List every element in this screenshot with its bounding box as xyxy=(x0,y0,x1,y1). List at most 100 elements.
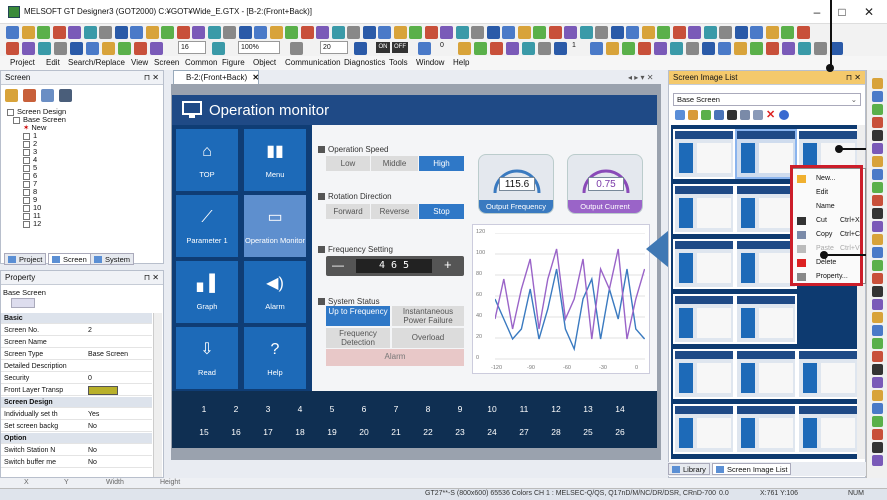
document-tab[interactable]: B-2:(Front+Back) ✕ xyxy=(173,70,259,84)
toolbar-button[interactable] xyxy=(471,26,484,39)
number-button[interactable]: 25 xyxy=(576,422,600,442)
property-row[interactable]: Front Layer Transp xyxy=(1,385,152,396)
speed-middle-button[interactable]: Middle xyxy=(371,156,418,171)
number-button[interactable]: 10 xyxy=(480,399,504,419)
toolbar-button[interactable] xyxy=(734,42,747,55)
screen-thumbnail[interactable] xyxy=(797,349,859,399)
toolbar-button[interactable] xyxy=(38,42,51,55)
toolbar-button[interactable] xyxy=(595,26,608,39)
toolbar-button[interactable] xyxy=(118,42,131,55)
new-screen-icon[interactable] xyxy=(5,89,18,102)
screen-thumbnail[interactable] xyxy=(735,239,797,289)
screen-thumbnail[interactable] xyxy=(735,294,797,344)
tab-scroll-icons[interactable]: ◂ ▸ ▾ ✕ xyxy=(628,73,653,82)
zoom-select[interactable]: 100% xyxy=(238,41,280,54)
toolbar-button[interactable] xyxy=(68,26,81,39)
frequency-minus-button[interactable]: — xyxy=(332,258,344,272)
screen-type-dropdown[interactable]: Base Screen ⌄ xyxy=(673,93,861,106)
screen-thumbnail[interactable] xyxy=(673,404,735,454)
figure-tool-button[interactable] xyxy=(872,338,883,349)
number-button[interactable]: 14 xyxy=(608,399,632,419)
toolbar-button[interactable] xyxy=(6,42,19,55)
paste-icon[interactable] xyxy=(753,110,763,120)
property-row[interactable]: Set screen backg No xyxy=(1,421,152,432)
toolbar-button[interactable] xyxy=(130,26,143,39)
toolbar-button[interactable] xyxy=(719,26,732,39)
property-category[interactable]: Option xyxy=(1,433,152,444)
figure-tool-button[interactable] xyxy=(872,260,883,271)
property-sort-icons[interactable] xyxy=(11,298,35,308)
reverse-button[interactable]: Reverse xyxy=(371,204,418,219)
figure-tool-button[interactable] xyxy=(872,403,883,414)
nav-tile[interactable]: ◀) Alarm xyxy=(244,261,306,323)
number-button[interactable]: 5 xyxy=(320,399,344,419)
number-button[interactable]: 9 xyxy=(448,399,472,419)
tab-screen-image-list[interactable]: Screen Image List xyxy=(712,463,792,475)
toolbar-button[interactable] xyxy=(798,42,811,55)
toolbar-button[interactable] xyxy=(269,26,283,39)
toolbar-button[interactable] xyxy=(285,26,298,39)
toolbar-button[interactable] xyxy=(300,26,314,39)
toolbar-button[interactable] xyxy=(564,26,577,39)
menu-tools[interactable]: Tools xyxy=(389,58,408,67)
edit-icon[interactable] xyxy=(701,110,711,120)
figure-tool-button[interactable] xyxy=(872,195,883,206)
toolbar-button[interactable] xyxy=(538,42,551,55)
menu-figure[interactable]: Figure xyxy=(222,58,245,67)
toolbar-button[interactable] xyxy=(54,42,67,55)
forward-button[interactable]: Forward xyxy=(326,204,370,219)
number-button[interactable]: 7 xyxy=(384,399,408,419)
figure-tool-button[interactable] xyxy=(872,91,883,102)
toolbar-button[interactable] xyxy=(554,42,567,55)
figure-tool-button[interactable] xyxy=(872,364,883,375)
toolbar-button[interactable] xyxy=(393,26,407,39)
toolbar-button[interactable] xyxy=(455,26,469,39)
toolbar-button[interactable] xyxy=(22,42,35,55)
number-button[interactable]: 20 xyxy=(352,422,376,442)
property-row[interactable]: Screen No. 2 xyxy=(1,325,152,336)
property-row[interactable]: Individually set th Yes xyxy=(1,409,152,420)
toolbar-button[interactable] xyxy=(354,42,367,55)
figure-tool-button[interactable] xyxy=(872,286,883,297)
off-button[interactable]: OFF xyxy=(392,42,408,53)
stop-button[interactable]: Stop xyxy=(419,204,464,219)
toolbar-button[interactable] xyxy=(670,42,683,55)
number-button[interactable]: 13 xyxy=(576,399,600,419)
number-button[interactable]: 24 xyxy=(480,422,504,442)
toolbar-button[interactable] xyxy=(750,42,763,55)
figure-tool-button[interactable] xyxy=(872,156,883,167)
toolbar-button[interactable] xyxy=(192,26,205,39)
toolbar-button[interactable] xyxy=(590,42,603,55)
toolbar-button[interactable] xyxy=(83,26,97,39)
number-button[interactable]: 8 xyxy=(416,399,440,419)
figure-tool-button[interactable] xyxy=(872,377,883,388)
figure-tool-button[interactable] xyxy=(872,234,883,245)
toolbar-button[interactable] xyxy=(548,26,562,39)
figure-tool-button[interactable] xyxy=(872,247,883,258)
figure-tool-button[interactable] xyxy=(872,273,883,284)
toolbar-button[interactable] xyxy=(52,26,66,39)
toolbar-button[interactable] xyxy=(672,26,686,39)
toolbar-button[interactable] xyxy=(114,26,128,39)
toolbar-button[interactable] xyxy=(657,26,670,39)
toolbar-button[interactable] xyxy=(622,42,635,55)
toolbar-button[interactable] xyxy=(796,26,810,39)
number-button[interactable]: 28 xyxy=(544,422,568,442)
toolbar-button[interactable] xyxy=(424,26,438,39)
toolbar-button[interactable] xyxy=(781,26,794,39)
toolbar-button[interactable] xyxy=(702,42,715,55)
toolbar-button[interactable] xyxy=(765,26,779,39)
nav-tile[interactable]: ▖▌ Graph xyxy=(176,261,238,323)
figure-tool-button[interactable] xyxy=(872,312,883,323)
property-category[interactable]: Basic xyxy=(1,313,152,324)
figure-tool-button[interactable] xyxy=(872,299,883,310)
width-field-label[interactable]: Width xyxy=(106,479,124,486)
property-row[interactable]: Security 0 xyxy=(1,373,152,384)
toolbar-button[interactable] xyxy=(814,42,827,55)
close-button[interactable]: ✕ xyxy=(857,3,881,21)
figure-tool-button[interactable] xyxy=(872,429,883,440)
toolbar-button[interactable] xyxy=(641,26,655,39)
toolbar-button[interactable] xyxy=(378,26,391,39)
color-swatch[interactable] xyxy=(88,386,118,395)
nav-tile[interactable]: ? Help xyxy=(244,327,306,389)
